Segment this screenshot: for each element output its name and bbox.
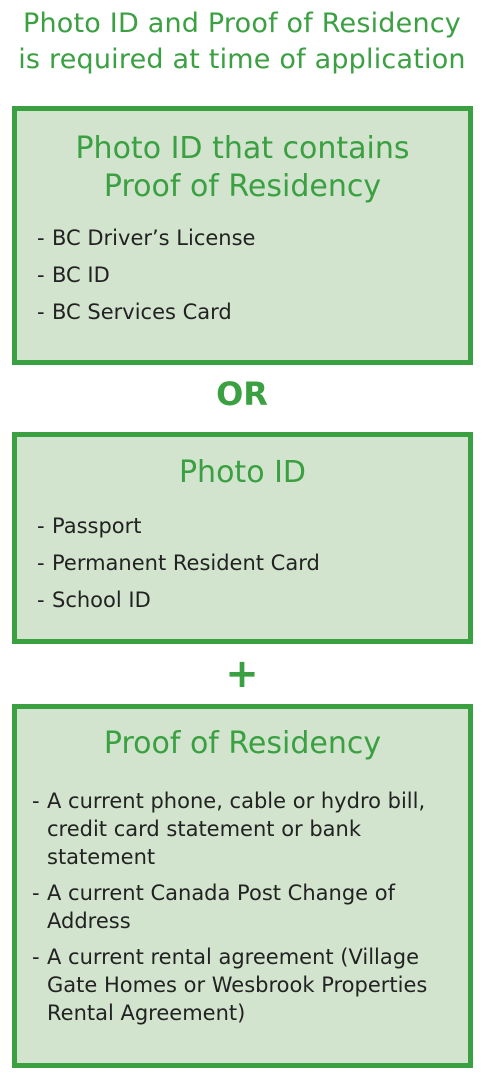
header-line-2: is required at time of application xyxy=(18,44,466,75)
photo-id-box: Photo ID Passport Permanent Resident Car… xyxy=(12,432,473,644)
photo-id-with-residency-box: Photo ID that contains Proof of Residenc… xyxy=(12,106,473,365)
list-item: BC Driver’s License xyxy=(37,224,468,252)
box-title: Proof of Residency xyxy=(103,726,382,761)
list-item: BC ID xyxy=(37,261,468,289)
box-title-line-1: Photo ID that contains xyxy=(75,131,410,166)
list-item: A current phone, cable or hydro bill, cr… xyxy=(32,787,456,871)
or-divider: OR xyxy=(216,375,268,413)
list-item: A current rental agreement (Village Gate… xyxy=(32,943,456,1027)
list-item: BC Services Card xyxy=(37,298,468,326)
list-item: Passport xyxy=(37,512,468,540)
list-item: A current Canada Post Change of Address xyxy=(32,879,456,935)
id-list: Passport Permanent Resident Card School … xyxy=(17,512,468,614)
page-header: Photo ID and Proof of Residency is requi… xyxy=(0,6,484,78)
proof-of-residency-box: Proof of Residency A current phone, cabl… xyxy=(12,704,473,1068)
box-title: Photo ID that contains Proof of Residenc… xyxy=(17,130,468,206)
residency-list: A current phone, cable or hydro bill, cr… xyxy=(17,787,468,1027)
box-title: Photo ID xyxy=(178,455,307,490)
box-title-line-2: Proof of Residency xyxy=(103,169,382,204)
list-item: Permanent Resident Card xyxy=(37,549,468,577)
list-item: School ID xyxy=(37,586,468,614)
plus-divider: + xyxy=(225,651,259,697)
header-line-1: Photo ID and Proof of Residency xyxy=(23,8,461,39)
id-list: BC Driver’s License BC ID BC Services Ca… xyxy=(17,224,468,326)
